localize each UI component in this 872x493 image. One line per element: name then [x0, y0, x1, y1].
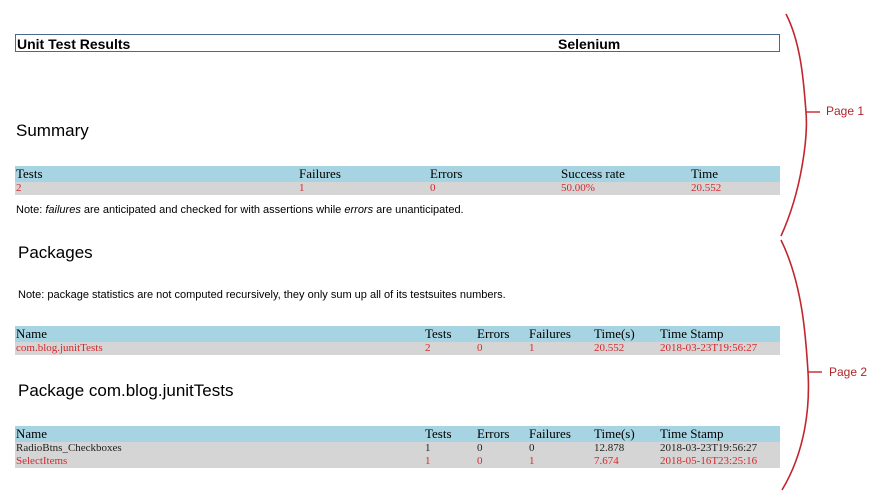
page2-label: Page 2	[829, 365, 868, 379]
page-braces	[780, 13, 822, 491]
page2-brace	[780, 239, 810, 491]
page1-label: Page 1	[826, 104, 865, 118]
page1-brace	[780, 13, 808, 237]
